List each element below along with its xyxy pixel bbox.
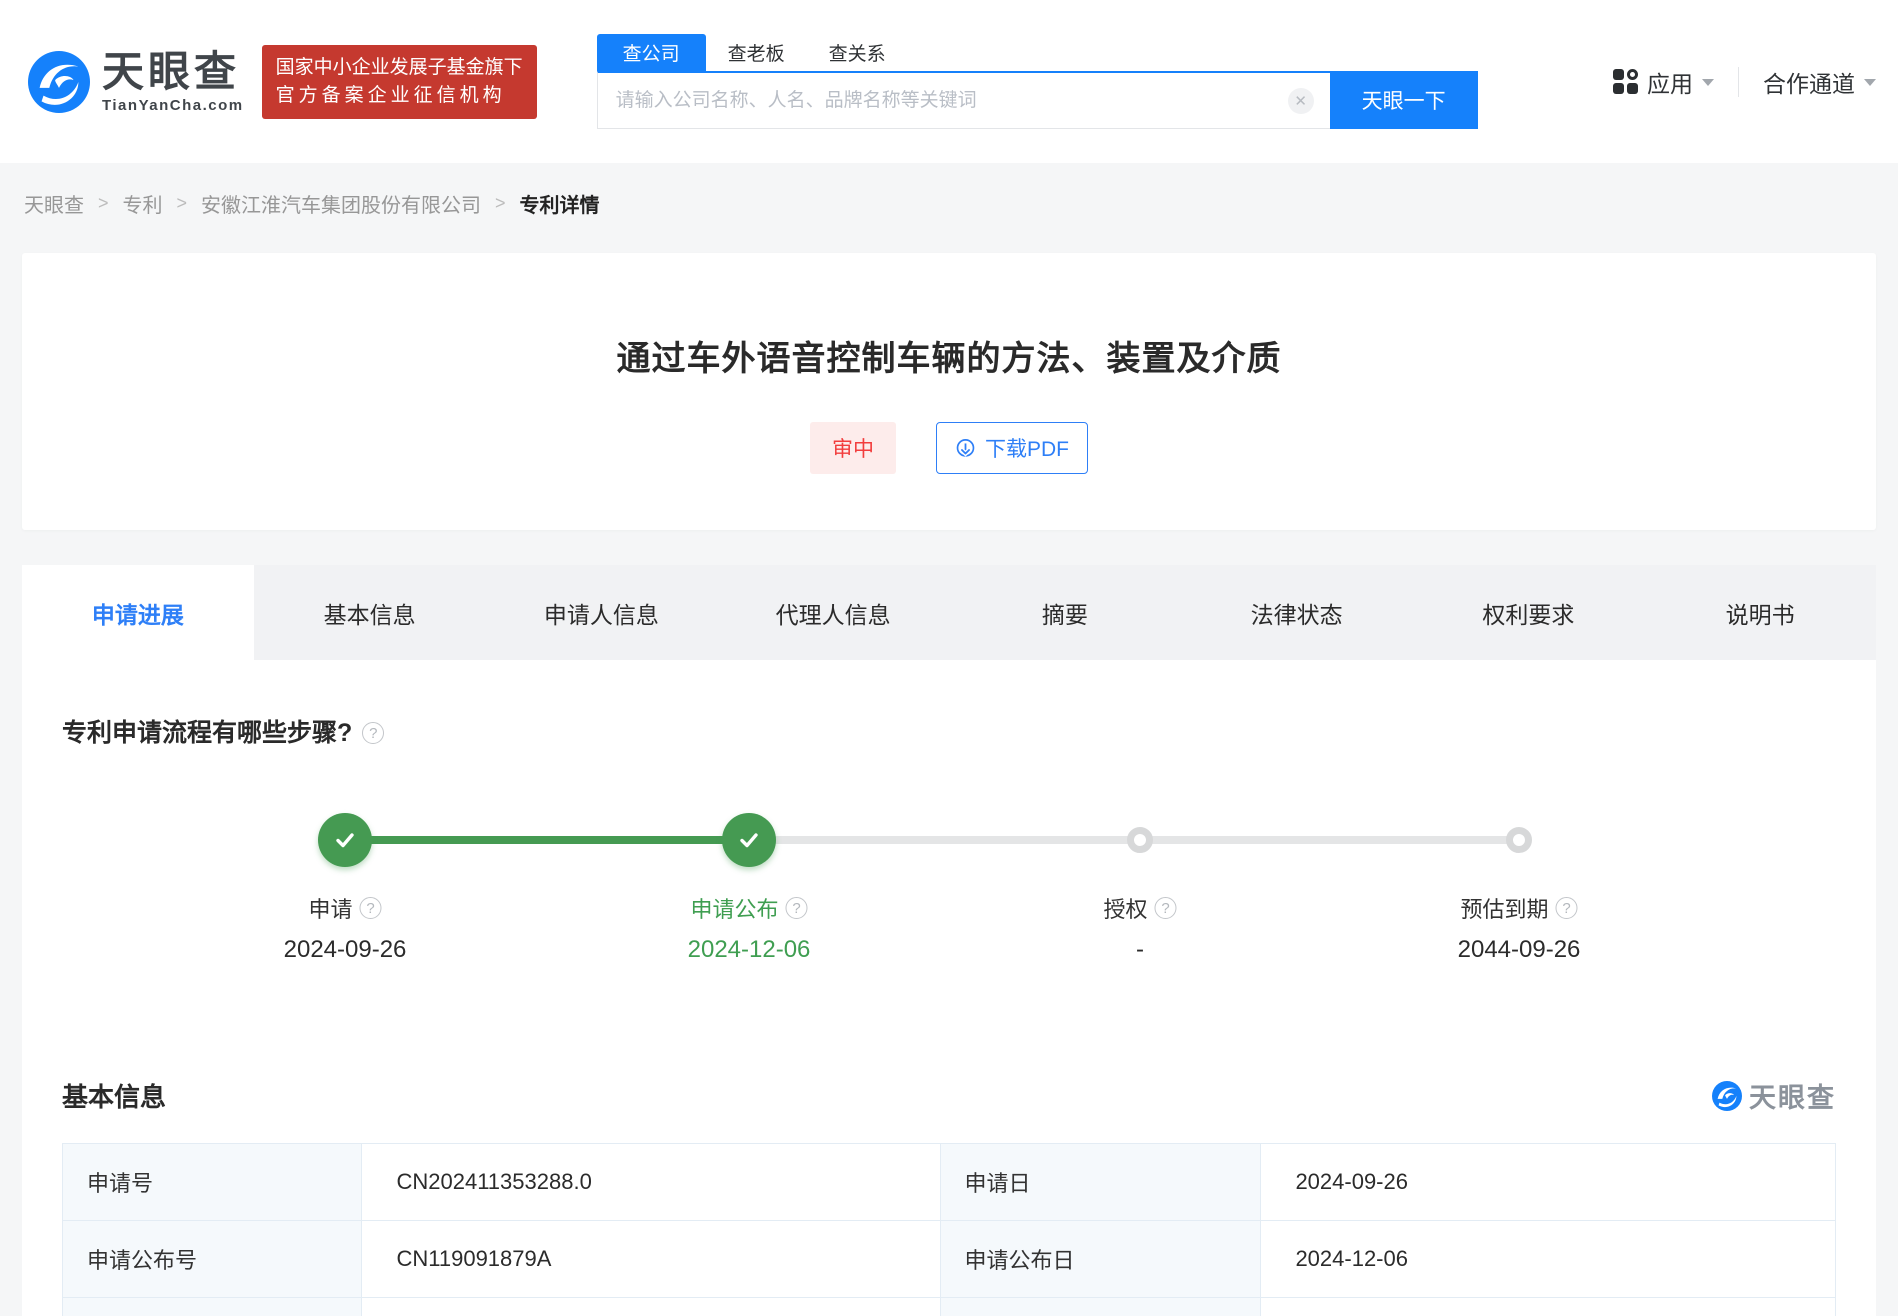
table-row: 申请公布号 CN119091879A 申请公布日 2024-12-06 [63,1221,1836,1298]
field-value: 2024-12-06 [1261,1221,1836,1298]
breadcrumb-patent[interactable]: 专利 [123,189,163,218]
step-pending-icon [1127,827,1153,853]
help-icon[interactable]: ? [786,897,808,919]
tab-application-progress[interactable]: 申请进展 [22,565,254,660]
field-value: CN202411353288.0 [362,1144,940,1221]
gov-badge-line2: 官方备案企业征信机构 [276,82,523,110]
application-timeline: 申请 ? 申请公布 ? 授权 ? 预估到期 ? 2024-09-26 2024-… [62,796,1836,996]
tab-legal-status[interactable]: 法律状态 [1181,565,1413,660]
tab-specification[interactable]: 说明书 [1644,565,1876,660]
field-label: 申请公布日 [940,1221,1261,1298]
help-icon[interactable]: ? [1556,897,1578,919]
check-icon [331,826,359,854]
partner-menu-label: 合作通道 [1763,65,1855,99]
chevron-down-icon [1702,79,1714,86]
field-value: 2024-09-26 [1261,1144,1836,1221]
tab-agent-info[interactable]: 代理人信息 [717,565,949,660]
search-input[interactable] [598,73,1330,128]
breadcrumb-current: 专利详情 [520,189,600,218]
table-row [63,1298,1836,1316]
table-row: 申请号 CN202411353288.0 申请日 2024-09-26 [63,1144,1836,1221]
breadcrumb-separator: > [98,193,109,214]
header-divider [1738,67,1739,97]
search-block: 查公司 查老板 查关系 ✕ 天眼一下 [597,34,1478,129]
step-done-icon [318,813,372,867]
breadcrumb-separator: > [177,193,188,214]
search-button[interactable]: 天眼一下 [1330,71,1478,129]
tianyancha-watermark-icon [1712,1081,1742,1111]
step-date: - [1136,936,1144,964]
header: 天眼查 TianYanCha.com 国家中小企业发展子基金旗下 官方备案企业征… [0,0,1898,163]
step-done-icon [722,813,776,867]
brand-domain: TianYanCha.com [102,97,244,114]
step-label: 授权 [1103,892,1147,924]
field-label: 申请公布号 [63,1221,362,1298]
help-icon[interactable]: ? [362,722,384,744]
timeline-progress [345,836,749,844]
field-label: 申请日 [940,1144,1261,1221]
status-badge: 审中 [810,422,896,474]
chevron-down-icon [1864,79,1876,86]
tianyancha-logo[interactable]: 天眼查 TianYanCha.com [28,49,244,114]
basic-info-heading: 基本信息 [62,1077,166,1114]
step-label: 申请 [308,892,352,924]
partner-menu[interactable]: 合作通道 [1763,65,1876,99]
field-value: CN119091879A [362,1221,940,1298]
search-tab-boss[interactable]: 查老板 [706,34,807,71]
patent-title-card: 通过车外语音控制车辆的方法、装置及介质 审中 下载PDF [22,253,1876,530]
apps-menu[interactable]: 应用 [1613,65,1714,99]
tab-applicant-info[interactable]: 申请人信息 [486,565,718,660]
step-date: 2044-09-26 [1458,936,1581,964]
gov-certification-badge: 国家中小企业发展子基金旗下 官方备案企业征信机构 [262,45,537,119]
step-date: 2024-12-06 [688,936,811,964]
brand-name: 天眼查 [102,49,244,95]
tab-claims[interactable]: 权利要求 [1413,565,1645,660]
check-icon [735,826,763,854]
breadcrumb-company[interactable]: 安徽江淮汽车集团股份有限公司 [201,189,481,218]
tianyancha-logo-icon [28,51,90,113]
basic-info-table: 申请号 CN202411353288.0 申请日 2024-09-26 申请公布… [62,1143,1836,1316]
step-label: 申请公布 [690,892,778,924]
clear-search-icon[interactable]: ✕ [1288,88,1314,114]
download-pdf-label: 下载PDF [985,433,1069,463]
content-card: 专利申请流程有哪些步骤? ? 申请 ? 申请公布 ? 授权 ? [22,660,1876,1316]
detail-tabbar: 申请进展 基本信息 申请人信息 代理人信息 摘要 法律状态 权利要求 说明书 [22,565,1876,660]
field-label: 申请号 [63,1144,362,1221]
tab-basic-info[interactable]: 基本信息 [254,565,486,660]
breadcrumb-home[interactable]: 天眼查 [24,189,84,218]
step-date: 2024-09-26 [284,936,407,964]
search-tab-company[interactable]: 查公司 [597,34,706,71]
step-pending-icon [1506,827,1532,853]
search-tab-relation[interactable]: 查关系 [807,34,908,71]
flow-question-title: 专利申请流程有哪些步骤? [62,716,352,750]
apps-menu-label: 应用 [1647,65,1693,99]
step-label: 预估到期 [1460,892,1548,924]
tianyancha-watermark-text: 天眼查 [1749,1076,1836,1115]
download-pdf-button[interactable]: 下载PDF [936,422,1088,474]
apps-grid-icon [1613,69,1638,94]
help-icon[interactable]: ? [360,897,382,919]
tianyancha-watermark: 天眼查 [1712,1076,1836,1115]
gov-badge-line1: 国家中小企业发展子基金旗下 [276,54,523,82]
download-icon [955,438,976,459]
patent-title: 通过车外语音控制车辆的方法、装置及介质 [22,253,1876,380]
tab-abstract[interactable]: 摘要 [949,565,1181,660]
search-tabs: 查公司 查老板 查关系 [597,34,1478,71]
breadcrumb-separator: > [495,193,506,214]
breadcrumb: 天眼查 > 专利 > 安徽江淮汽车集团股份有限公司 > 专利详情 [0,163,1898,253]
help-icon[interactable]: ? [1155,897,1177,919]
